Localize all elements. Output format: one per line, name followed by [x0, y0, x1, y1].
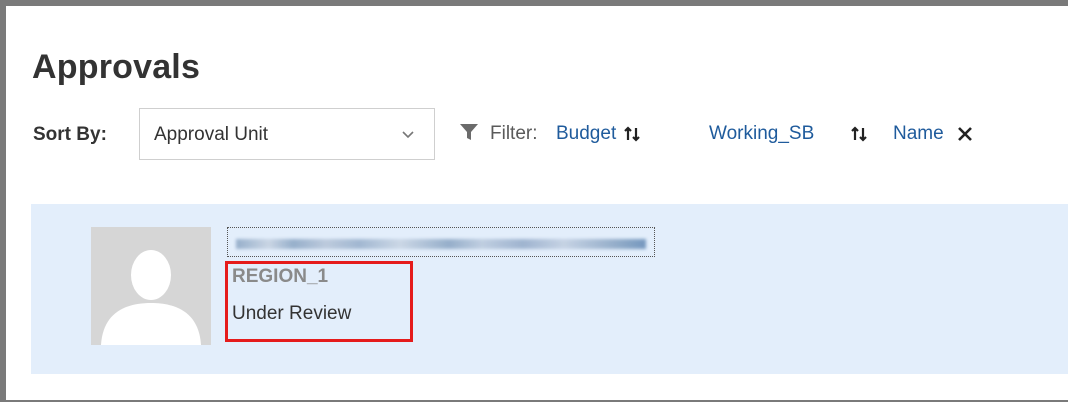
filter-chip-name[interactable]: Name [893, 123, 944, 145]
highlight-box [225, 261, 413, 342]
filter-label: Filter: [490, 123, 538, 144]
filter-chip-working-sb[interactable]: Working_SB [709, 123, 814, 145]
swap-icon[interactable] [851, 125, 869, 143]
filter-icon[interactable] [459, 122, 479, 142]
sort-by-label: Sort By: [33, 124, 107, 145]
sort-by-select[interactable]: Approval Unit [139, 108, 435, 160]
chevron-down-icon [402, 131, 414, 139]
swap-icon[interactable] [624, 125, 642, 143]
blurred-name [236, 239, 646, 249]
avatar [91, 227, 211, 345]
page-title: Approvals [32, 48, 201, 86]
close-icon[interactable] [956, 125, 974, 143]
approval-unit-name-link[interactable] [227, 227, 655, 257]
sort-by-value: Approval Unit [154, 124, 269, 145]
user-silhouette-icon [91, 227, 211, 345]
filter-chip-budget[interactable]: Budget [556, 123, 616, 145]
